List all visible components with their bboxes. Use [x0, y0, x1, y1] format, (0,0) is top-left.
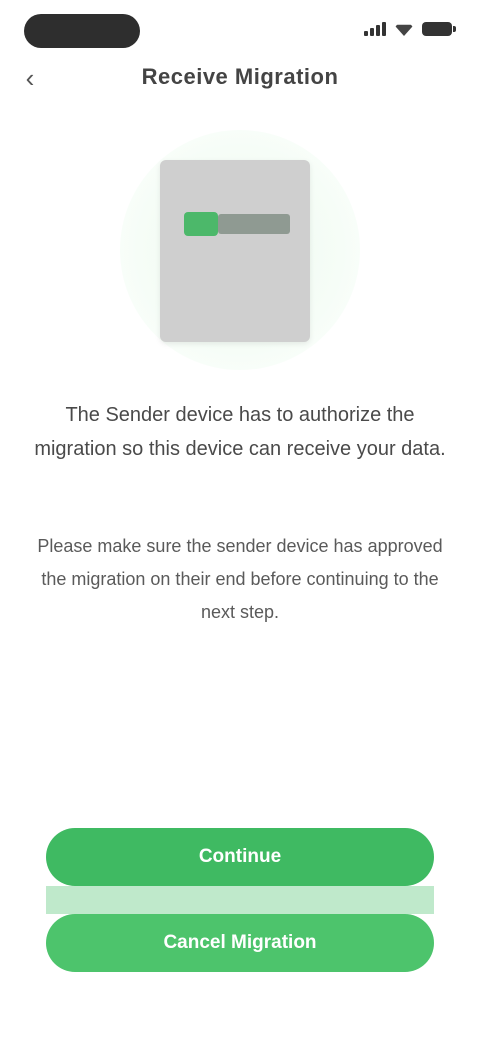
battery-icon [422, 22, 456, 36]
document-line [218, 214, 290, 234]
document-illustration [160, 160, 310, 342]
nav-header: ‹ Receive Migration [0, 56, 480, 100]
signal-icon [364, 22, 386, 36]
body-text: Please make sure the sender device has a… [37, 536, 443, 622]
status-icons [364, 22, 456, 36]
headline-text: The Sender device has to authorize the m… [34, 404, 446, 460]
illustration [120, 130, 360, 370]
continue-button[interactable]: Continue [46, 828, 434, 886]
app-screen: ‹ Receive Migration The Sender device ha… [0, 0, 480, 1040]
dynamic-island [24, 14, 140, 48]
wifi-icon [394, 24, 414, 36]
button-divider [46, 886, 434, 914]
document-check-icon [184, 212, 218, 236]
status-bar [0, 0, 480, 60]
cancel-migration-button[interactable]: Cancel Migration [46, 914, 434, 972]
page-title: Receive Migration [141, 64, 339, 89]
